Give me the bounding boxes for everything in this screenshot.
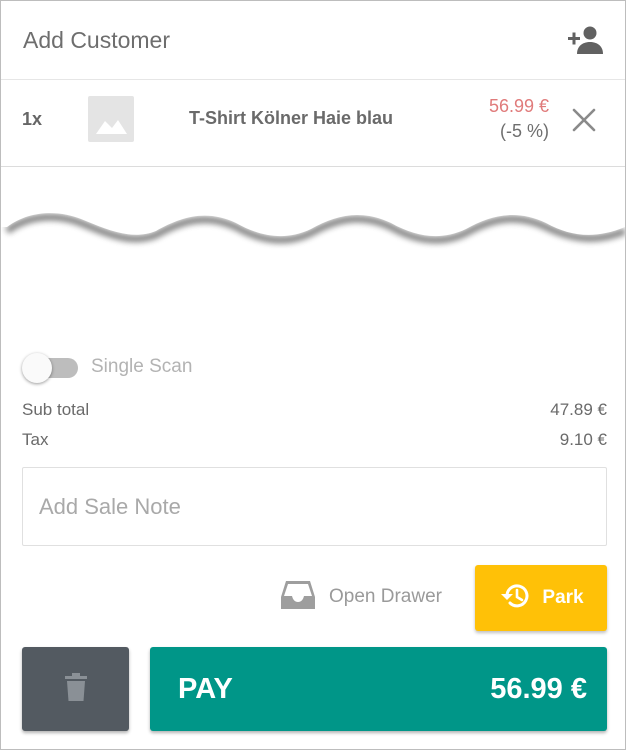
single-scan-label: Single Scan — [91, 356, 193, 377]
cart-line-item[interactable]: 1x T-Shirt Kölner Haie blau 56.99 € (-5 … — [1, 79, 625, 167]
item-name: T-Shirt Kölner Haie blau — [189, 108, 394, 128]
person-add-icon[interactable] — [567, 25, 605, 55]
item-discount: (-5 %) — [500, 121, 549, 141]
pay-label: PAY — [178, 672, 233, 705]
open-drawer-button[interactable]: Open Drawer — [279, 579, 442, 615]
sale-note-input[interactable] — [22, 467, 607, 546]
add-customer-label: Add Customer — [23, 26, 171, 53]
toggle-knob — [22, 353, 52, 383]
subtotal-value: 47.89 € — [550, 400, 607, 419]
tax-label: Tax — [22, 430, 49, 449]
close-icon[interactable] — [571, 107, 597, 133]
tax-value: 9.10 € — [559, 430, 607, 449]
torn-paper-edge — [1, 197, 625, 244]
checkout-panel: Add Customer 1x T-Shirt Kölner Haie blau… — [0, 0, 626, 750]
subtotal-row: Sub total 47.89 € — [22, 400, 607, 420]
tax-row: Tax 9.10 € — [22, 430, 607, 450]
item-quantity[interactable]: 1x — [22, 109, 42, 130]
inbox-tray-icon — [279, 579, 317, 616]
pay-button[interactable]: PAY 56.99 € — [150, 647, 607, 731]
add-customer-bar[interactable]: Add Customer — [1, 1, 625, 79]
open-drawer-label: Open Drawer — [329, 586, 442, 607]
history-icon — [498, 581, 530, 616]
single-scan-toggle[interactable] — [22, 353, 78, 383]
image-placeholder-icon — [88, 96, 134, 142]
park-button[interactable]: Park — [475, 565, 607, 631]
subtotal-label: Sub total — [22, 400, 90, 419]
pay-total: 56.99 € — [490, 672, 587, 705]
park-label: Park — [542, 587, 584, 608]
delete-sale-button[interactable] — [22, 647, 129, 731]
trash-icon — [64, 672, 87, 706]
item-price: 56.99 € — [488, 96, 549, 116]
